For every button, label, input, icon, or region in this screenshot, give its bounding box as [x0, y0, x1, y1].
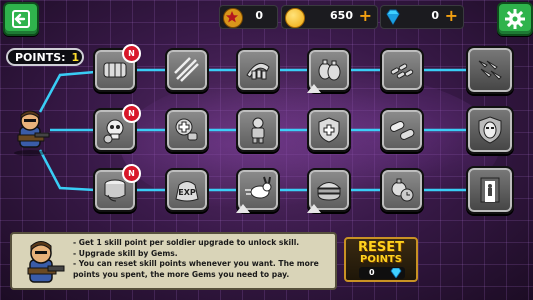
coins-value: 650 — [330, 9, 353, 22]
grenade-upgrade-icon — [318, 59, 341, 81]
masked-face-shield-icon — [478, 116, 502, 144]
skill-node-r1-c4[interactable] — [307, 48, 351, 93]
skill-node-r1-final[interactable] — [466, 46, 514, 94]
soldier-portrait — [16, 238, 66, 286]
reset-points-button[interactable]: RESET POINTS 0 — [344, 237, 418, 282]
medkit-icon — [175, 118, 198, 141]
skill-node-r3-c3[interactable] — [236, 168, 280, 213]
gear-icon — [505, 9, 525, 29]
rabbit-speed-icon — [245, 176, 272, 199]
skill-node-r3-c2[interactable]: EXP — [165, 168, 209, 212]
skill-node-r1-c1[interactable]: N — [93, 44, 141, 92]
new-badge: N — [122, 44, 141, 63]
star-medal-icon — [223, 8, 243, 28]
reset-cost-value: 0 — [369, 268, 375, 277]
points-label: POINTS: — [15, 50, 66, 64]
svg-text:EXP: EXP — [178, 188, 196, 197]
diamond-icon — [384, 8, 402, 26]
gems-counter: 0 + — [380, 5, 464, 29]
skill-info-panel: - Get 1 skill point per soldier upgrade … — [10, 232, 337, 290]
points-label: POINTS — [360, 254, 402, 265]
skill-node-r2-c3[interactable] — [236, 108, 280, 152]
skill-node-r2-c1[interactable]: N — [93, 104, 141, 152]
skill-node-r2-c5[interactable] — [380, 108, 424, 152]
settings-button[interactable] — [497, 2, 533, 36]
skill-node-r1-c5[interactable] — [380, 48, 424, 92]
burger-icon — [316, 182, 342, 201]
gems-value: 0 — [431, 9, 439, 22]
coin-icon — [285, 8, 305, 28]
add-gems-button[interactable]: + — [445, 6, 458, 25]
grenade-clock-icon — [391, 178, 414, 202]
stars-counter: 0 — [219, 5, 278, 29]
back-button[interactable] — [3, 2, 39, 36]
skill-node-r2-c2[interactable] — [165, 108, 209, 152]
skill-node-r3-c5[interactable] — [380, 168, 424, 212]
upgrade-arrow-icon — [307, 84, 321, 93]
reset-cost: 0 — [359, 267, 405, 279]
ammo-belt-icon — [246, 62, 270, 80]
stars-value: 0 — [255, 9, 263, 22]
skill-points-display: POINTS: 1 — [6, 48, 84, 66]
skill-node-r1-c2[interactable] — [165, 48, 209, 92]
skill-node-r2-final[interactable] — [466, 106, 514, 154]
skill-node-r3-c4[interactable] — [307, 168, 351, 213]
bullets-pile-icon — [390, 63, 414, 79]
add-coins-button[interactable]: + — [359, 6, 372, 25]
new-badge: N — [122, 104, 141, 123]
rifle-rack-icon — [174, 57, 199, 82]
soldier-avatar — [8, 107, 52, 157]
skill-node-r3-c1[interactable]: N — [93, 164, 141, 212]
skill-node-r2-c4[interactable] — [307, 108, 351, 152]
info-line: - You can reset skill points whenever yo… — [73, 259, 319, 279]
exp-bag-icon: EXP — [175, 181, 199, 202]
back-arrow-icon — [12, 10, 30, 28]
reset-label: RESET — [357, 240, 404, 255]
skill-info-text: - Get 1 skill point per soldier upgrade … — [73, 238, 335, 280]
missiles-icon — [478, 60, 502, 80]
upgrade-arrow-icon — [236, 204, 250, 213]
soldier-icon — [251, 117, 265, 144]
pills-icon — [390, 120, 415, 140]
skill-node-r3-final[interactable] — [466, 166, 514, 214]
door-light-icon — [480, 177, 500, 203]
diamond-icon — [390, 267, 402, 282]
info-line: - Get 1 skill point per soldier upgrade … — [73, 238, 300, 247]
points-value: 1 — [71, 50, 80, 64]
upgrade-arrow-icon — [307, 204, 321, 213]
info-line: - Upgrade skill by Gems. — [73, 248, 178, 258]
new-badge: N — [122, 164, 141, 183]
coins-counter: 650 + — [281, 5, 378, 29]
skill-node-r1-c3[interactable] — [236, 48, 280, 92]
armor-shield-icon — [318, 117, 340, 143]
